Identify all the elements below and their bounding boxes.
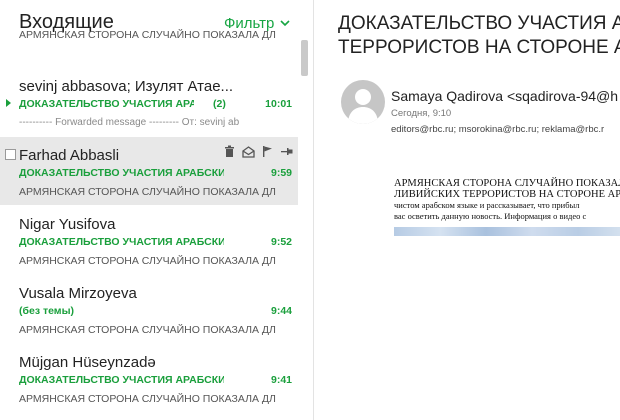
reading-pane: ДОКАЗАТЕЛЬСТВО УЧАСТИЯ АРАБ ТЕРРОРИСТОВ … — [314, 0, 620, 420]
scrollbar-thumb[interactable] — [301, 40, 308, 76]
body-line: АРМЯНСКАЯ СТОРОНА СЛУЧАЙНО ПОКАЗАЛ — [394, 178, 620, 189]
message-preview: ---------- Forwarded message --------- О… — [19, 117, 240, 128]
message-time: 10:01 — [265, 98, 292, 110]
message-subject: (без темы) — [19, 305, 75, 317]
email-subject-title: ДОКАЗАТЕЛЬСТВО УЧАСТИЯ АРАБ ТЕРРОРИСТОВ … — [338, 13, 620, 58]
select-checkbox[interactable] — [5, 149, 16, 160]
message-preview: АРМЯНСКАЯ СТОРОНА СЛУЧАЙНО ПОКАЗАЛА ДЛ — [19, 29, 276, 41]
email-body: АРМЯНСКАЯ СТОРОНА СЛУЧАЙНО ПОКАЗАЛ ЛИВИЙ… — [394, 178, 620, 222]
message-time: 9:41 — [270, 374, 292, 386]
list-item[interactable]: АРМЯНСКАЯ СТОРОНА СЛУЧАЙНО ПОКАЗАЛА ДЛ — [0, 0, 298, 48]
trash-icon[interactable] — [222, 144, 237, 159]
message-subject: ДОКАЗАТЕЛЬСТВО УЧАСТИЯ АРАБСКИ — [19, 167, 224, 179]
sent-time: Сегодня, 9:10 — [391, 108, 452, 119]
list-item[interactable]: sevinj abbasova; Изулят Атае... ДОКАЗАТЕ… — [0, 68, 298, 136]
message-subject: ДОКАЗАТЕЛЬСТВО УЧАСТИЯ АРАБС — [19, 98, 194, 110]
message-preview: АРМЯНСКАЯ СТОРОНА СЛУЧАЙНО ПОКАЗАЛА ДЛ — [19, 393, 276, 405]
pin-icon[interactable] — [279, 144, 294, 159]
flag-icon[interactable] — [260, 144, 275, 159]
list-item[interactable]: Farhad Abbasli ДОКАЗАТЕЛЬСТВО УЧАСТИЯ АР… — [0, 137, 298, 205]
message-preview: АРМЯНСКАЯ СТОРОНА СЛУЧАЙНО ПОКАЗАЛА ДЛ — [19, 186, 276, 198]
avatar-icon — [341, 80, 385, 124]
message-sender: sevinj abbasova; Изулят Атае... — [19, 78, 234, 95]
blurred-link — [394, 227, 620, 236]
recipients[interactable]: editors@rbc.ru; msorokina@rbc.ru; reklam… — [391, 124, 604, 135]
body-line: чистом арабском языке и рассказывает, чт… — [394, 200, 580, 210]
message-actions — [222, 144, 294, 159]
sender-address: Samaya Qadirova <sqadirova-94@h — [391, 88, 619, 104]
body-line: вас осветить данную новость. Информация … — [394, 211, 587, 221]
message-time: 9:59 — [270, 167, 292, 179]
message-sender: Müjgan Hüseynzadə — [19, 354, 156, 371]
list-item[interactable]: Müjgan Hüseynzadə ДОКАЗАТЕЛЬСТВО УЧАСТИЯ… — [0, 344, 298, 412]
message-sender: Nigar Yusifova — [19, 216, 116, 233]
list-item[interactable]: Vusala Mirzoyeva (без темы) 9:44 АРМЯНСК… — [0, 275, 298, 343]
body-line: ЛИВИЙСКИХ ТЕРРОРИСТОВ НА СТОРОНЕ АРМ — [394, 189, 620, 200]
unread-indicator — [6, 99, 11, 107]
message-time: 9:52 — [270, 236, 292, 248]
message-subject: ДОКАЗАТЕЛЬСТВО УЧАСТИЯ АРАБСКИ — [19, 374, 224, 386]
message-subject: ДОКАЗАТЕЛЬСТВО УЧАСТИЯ АРАБСКИ — [19, 236, 224, 248]
message-preview: АРМЯНСКАЯ СТОРОНА СЛУЧАЙНО ПОКАЗАЛА ДЛ — [19, 324, 276, 336]
message-sender: Vusala Mirzoyeva — [19, 285, 137, 302]
message-list-pane: Входящие Фильтр АРМЯНСКАЯ СТОРОНА СЛУЧАЙ… — [0, 0, 314, 420]
envelope-open-icon[interactable] — [241, 144, 256, 159]
message-sender: Farhad Abbasli — [19, 147, 120, 164]
message-preview: АРМЯНСКАЯ СТОРОНА СЛУЧАЙНО ПОКАЗАЛА ДЛ — [19, 255, 276, 267]
message-time: 9:44 — [270, 305, 292, 317]
list-item[interactable]: Nigar Yusifova ДОКАЗАТЕЛЬСТВО УЧАСТИЯ АР… — [0, 206, 298, 274]
thread-count: (2) — [213, 98, 226, 110]
